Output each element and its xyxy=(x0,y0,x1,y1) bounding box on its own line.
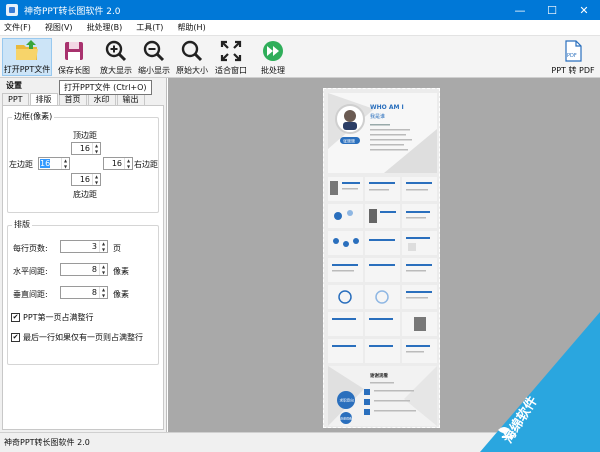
original-size-label: 原始大小 xyxy=(176,66,208,75)
settings-header: 设置 xyxy=(6,81,22,90)
zoom-out-button[interactable]: 缩小显示 xyxy=(136,38,172,76)
fit-window-button[interactable]: 适合窗口 xyxy=(212,38,250,76)
checkmark-icon[interactable]: ✔ xyxy=(11,333,20,342)
original-size-button[interactable]: 原始大小 xyxy=(174,38,210,76)
fast-forward-icon xyxy=(261,39,285,63)
fit-window-label: 适合窗口 xyxy=(215,66,247,75)
save-image-label: 保存长图 xyxy=(58,66,90,75)
preview-bubble-1: 求职意向 xyxy=(340,398,355,403)
right-margin-label: 右边距 xyxy=(134,160,158,169)
save-icon xyxy=(62,39,86,63)
right-margin-value[interactable]: 16 xyxy=(104,158,124,169)
top-margin-spinner[interactable]: 16 ▲ ▼ xyxy=(71,142,101,155)
zoom-out-icon xyxy=(142,39,166,63)
preview-bubble-2: 感谢观看 xyxy=(340,416,352,421)
zoom-out-label: 缩小显示 xyxy=(138,66,170,75)
close-button[interactable]: ✕ xyxy=(568,0,600,20)
checkmark-icon[interactable]: ✔ xyxy=(11,313,20,322)
first-page-full-row-checkbox[interactable]: ✔ PPT第一页占满整行 xyxy=(11,312,94,323)
preview-area[interactable]: WHO AM I 我是谁 张晓晓 谢谢观看 求职意向 感谢观看 xyxy=(168,78,600,432)
zoom-in-label: 放大显示 xyxy=(100,66,132,75)
v-gap-value[interactable]: 8 xyxy=(61,287,99,298)
app-icon xyxy=(6,4,18,16)
settings-panel: 设置 PPT 排版 首页 水印 输出 边框(像素) 顶边距 16 ▲ ▼ 左边距 … xyxy=(0,78,167,432)
pdf-file-icon: PDF xyxy=(561,39,585,63)
tab-ppt[interactable]: PPT xyxy=(2,93,29,105)
title-bar: 神奇PPT转长图软件 2.0 — ☐ ✕ xyxy=(0,0,600,20)
bottom-margin-label: 底边距 xyxy=(73,190,97,199)
h-gap-label: 水平间距: xyxy=(13,267,48,276)
minimize-button[interactable]: — xyxy=(504,0,536,20)
top-margin-label: 顶边距 xyxy=(73,131,97,140)
left-margin-label: 左边距 xyxy=(9,160,33,169)
per-row-value[interactable]: 3 xyxy=(61,241,99,252)
window-controls: — ☐ ✕ xyxy=(504,0,600,20)
left-margin-value[interactable]: 16 xyxy=(39,158,61,169)
status-text: 神奇PPT转长图软件 2.0 xyxy=(4,438,90,447)
last-row-full-label: 最后一行如果仅有一页则占满整行 xyxy=(23,333,143,342)
thumb-grid xyxy=(328,177,437,363)
per-row-spinner[interactable]: 3 ▲ ▼ xyxy=(60,240,108,253)
menu-view[interactable]: 视图(V) xyxy=(45,22,73,33)
spin-down-icon[interactable]: ▼ xyxy=(100,270,107,276)
zoom-in-button[interactable]: 放大显示 xyxy=(98,38,134,76)
ppt-to-pdf-button[interactable]: PDF PPT 转 PDF xyxy=(548,38,598,76)
ppt-to-pdf-label: PPT 转 PDF xyxy=(551,66,595,75)
preview-subheading: 我是谁 xyxy=(370,113,385,120)
maximize-button[interactable]: ☐ xyxy=(536,0,568,20)
toolbar: 打开PPT文件 保存长图 放大显示 缩小显示 原始大小 适合窗口 批处理 PDF… xyxy=(0,36,600,78)
per-row-unit: 页 xyxy=(113,244,121,253)
spin-down-icon[interactable]: ▼ xyxy=(100,247,107,253)
spin-down-icon[interactable]: ▼ xyxy=(100,293,107,299)
menu-batch[interactable]: 批处理(B) xyxy=(87,22,123,33)
layout-group-title: 排版 xyxy=(12,219,32,230)
batch-label: 批处理 xyxy=(261,66,285,75)
tab-content: 边框(像素) 顶边距 16 ▲ ▼ 左边距 16 ▲ ▼ 16 ▲ ▼ 右边距 16 … xyxy=(2,105,164,430)
preview-thumbnails: WHO AM I 我是谁 张晓晓 谢谢观看 求职意向 感谢观看 xyxy=(328,93,437,426)
right-margin-spinner[interactable]: 16 ▲ ▼ xyxy=(103,157,133,170)
v-gap-unit: 像素 xyxy=(113,290,129,299)
last-row-full-checkbox[interactable]: ✔ 最后一行如果仅有一页则占满整行 xyxy=(11,332,143,343)
window-title: 神奇PPT转长图软件 2.0 xyxy=(24,6,121,17)
h-gap-value[interactable]: 8 xyxy=(61,264,99,275)
zoom-in-icon xyxy=(104,39,128,63)
magnifier-icon xyxy=(180,39,204,63)
h-gap-spinner[interactable]: 8 ▲ ▼ xyxy=(60,263,108,276)
tooltip: 打开PPT文件 (Ctrl+O) xyxy=(59,80,152,95)
left-margin-value-text: 16 xyxy=(40,159,51,168)
bottom-margin-spinner[interactable]: 16 ▲ ▼ xyxy=(71,173,101,186)
spin-down-icon[interactable]: ▼ xyxy=(125,164,132,170)
open-ppt-button[interactable]: 打开PPT文件 xyxy=(2,38,52,76)
top-margin-value[interactable]: 16 xyxy=(72,143,92,154)
per-row-label: 每行页数: xyxy=(13,244,48,253)
menu-bar: 文件(F) 视图(V) 批处理(B) 工具(T) 帮助(H) xyxy=(0,20,600,36)
first-page-full-row-label: PPT第一页占满整行 xyxy=(23,313,94,322)
v-gap-spinner[interactable]: 8 ▲ ▼ xyxy=(60,286,108,299)
batch-button[interactable]: 批处理 xyxy=(258,38,288,76)
long-image-preview: WHO AM I 我是谁 张晓晓 谢谢观看 求职意向 感谢观看 xyxy=(323,88,440,428)
status-bar: 神奇PPT转长图软件 2.0 xyxy=(0,432,600,452)
menu-tools[interactable]: 工具(T) xyxy=(136,22,163,33)
open-ppt-label: 打开PPT文件 xyxy=(3,65,51,74)
spin-down-icon[interactable]: ▼ xyxy=(93,180,100,186)
spin-down-icon[interactable]: ▼ xyxy=(93,149,100,155)
left-margin-spinner[interactable]: 16 ▲ ▼ xyxy=(38,157,70,170)
menu-file[interactable]: 文件(F) xyxy=(4,22,31,33)
bottom-margin-value[interactable]: 16 xyxy=(72,174,92,185)
folder-icon xyxy=(15,40,39,62)
save-image-button[interactable]: 保存长图 xyxy=(55,38,93,76)
pdf-badge-text: PDF xyxy=(567,53,577,59)
fit-window-icon xyxy=(219,39,243,63)
preview-name-badge: 张晓晓 xyxy=(343,138,355,144)
menu-help[interactable]: 帮助(H) xyxy=(177,22,205,33)
preview-heading: WHO AM I xyxy=(370,104,404,111)
spin-down-icon[interactable]: ▼ xyxy=(62,164,69,170)
v-gap-label: 垂直间距: xyxy=(13,290,48,299)
preview-ending-title: 谢谢观看 xyxy=(370,372,388,379)
tab-layout[interactable]: 排版 xyxy=(29,93,58,105)
margin-group-title: 边框(像素) xyxy=(12,111,55,122)
h-gap-unit: 像素 xyxy=(113,267,129,276)
